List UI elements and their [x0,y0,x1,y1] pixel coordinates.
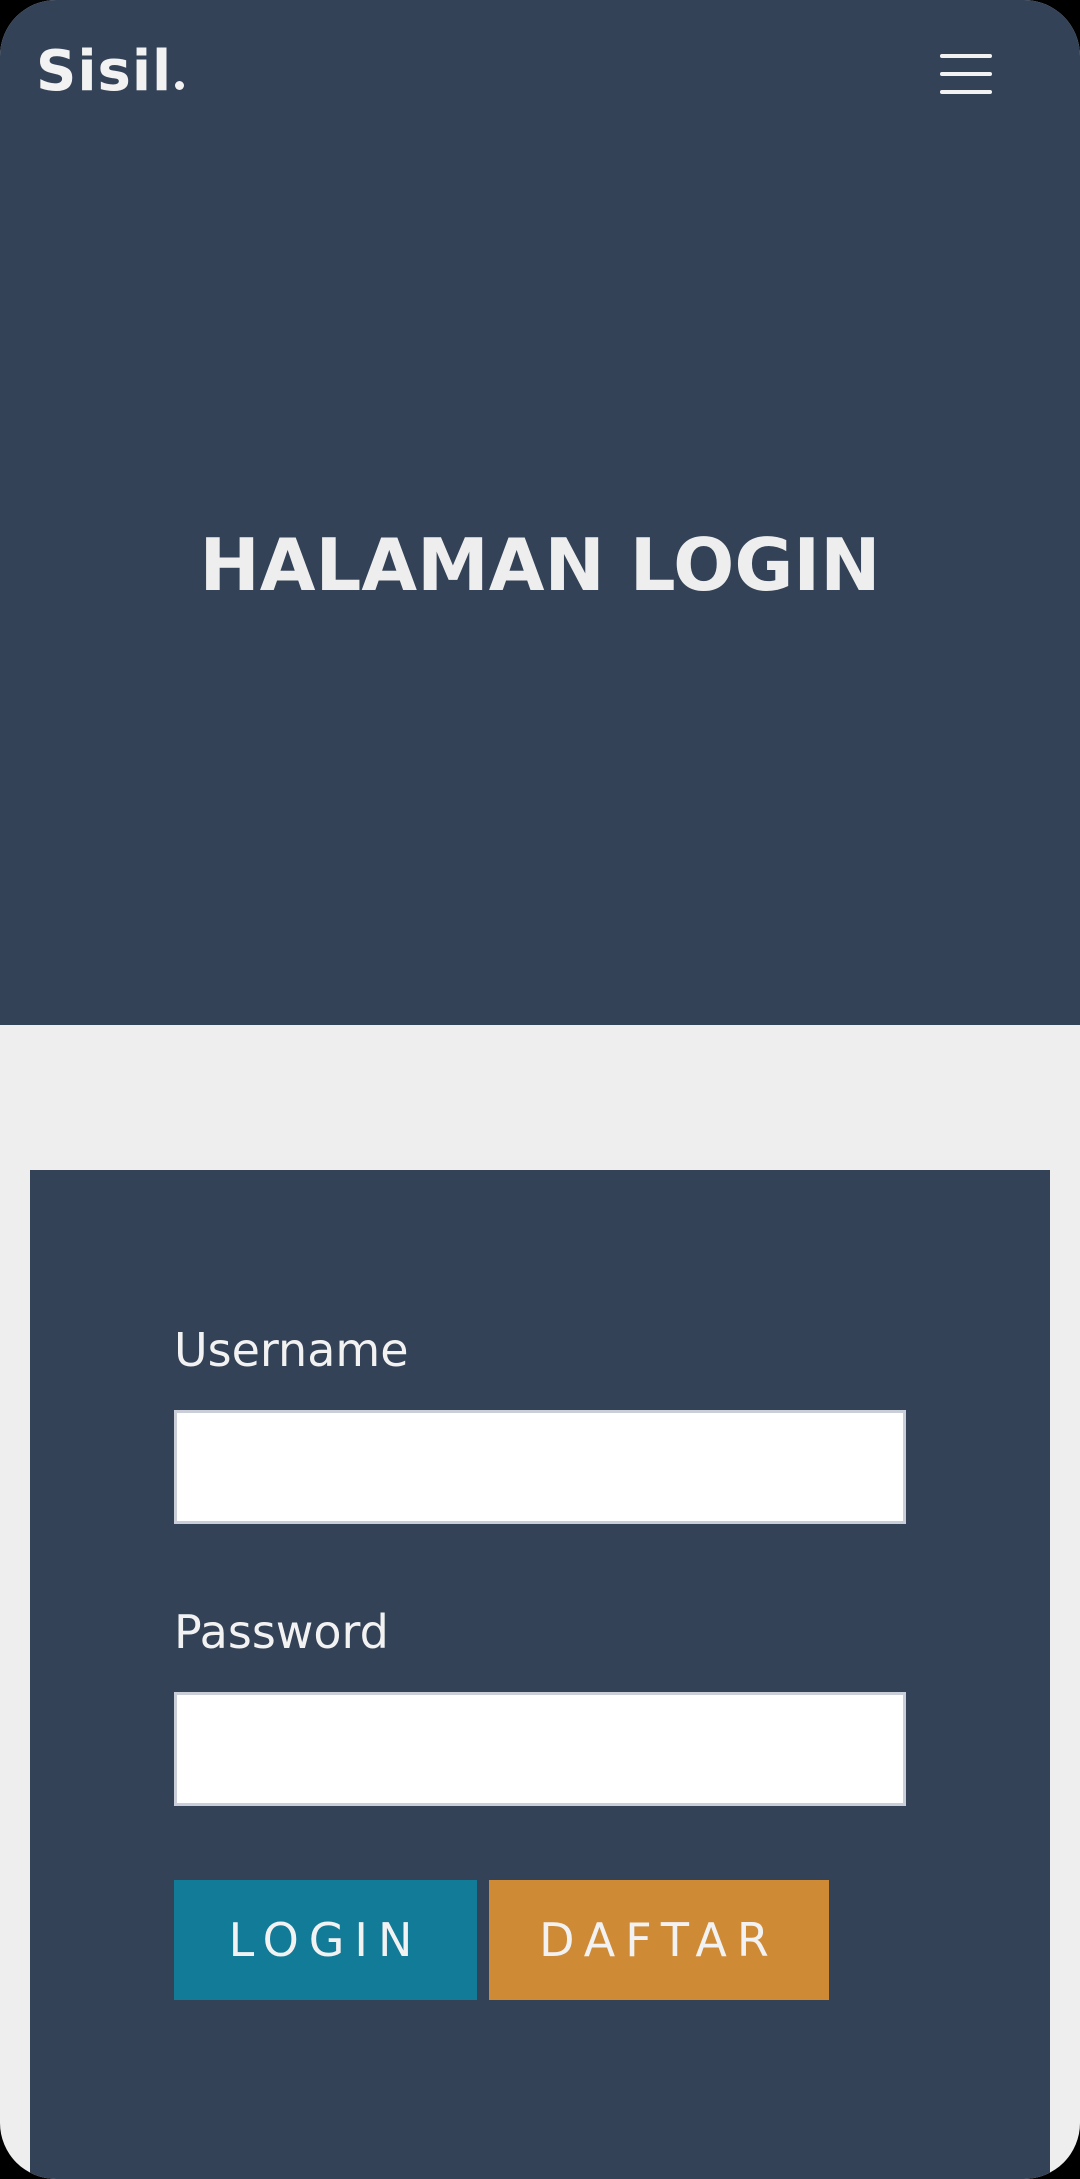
login-form-card: Username Password LOGIN DAFTAR [30,1170,1050,2179]
password-label: Password [174,1605,389,1659]
hero-header: Sisil HALAMAN LOGIN [0,0,1080,1025]
menu-bar-middle [940,72,992,76]
hamburger-icon[interactable] [930,44,1004,104]
brand-name: Sisil [36,39,173,104]
menu-bar-top [940,54,992,58]
username-label: Username [174,1323,409,1377]
password-input[interactable] [174,1692,906,1806]
page-title: HALAMAN LOGIN [199,523,881,607]
brand-logo[interactable]: Sisil [36,39,185,104]
username-input[interactable] [174,1410,906,1524]
register-button[interactable]: DAFTAR [489,1880,829,2000]
login-screen: Sisil HALAMAN LOGIN Username Password LO… [0,0,1080,2179]
menu-bar-bottom [940,90,992,94]
login-button[interactable]: LOGIN [174,1880,477,2000]
brand-logo-dot [175,81,185,90]
